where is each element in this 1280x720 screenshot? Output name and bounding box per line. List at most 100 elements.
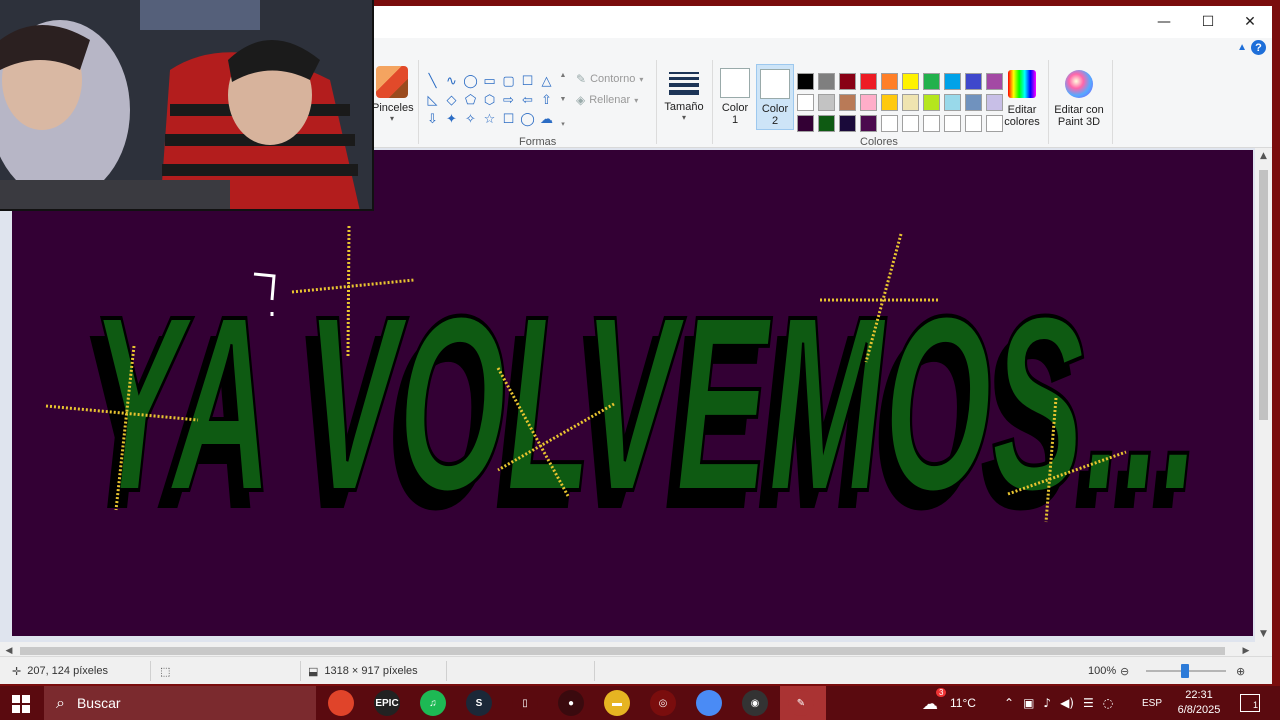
color-swatch[interactable] — [965, 94, 982, 111]
shape-option[interactable]: ◯ — [518, 110, 537, 129]
taskbar-app-paint-icon[interactable]: ✎ — [788, 690, 814, 716]
outline-button[interactable]: ✎ Contorno ▾ — [576, 72, 643, 86]
color-swatch[interactable] — [923, 73, 940, 90]
shape-option[interactable]: △ — [537, 72, 556, 91]
clock[interactable]: 22:31 6/8/2025 — [1174, 688, 1224, 718]
color-swatch[interactable] — [818, 94, 835, 111]
shape-option[interactable]: ◺ — [423, 91, 442, 110]
shape-option[interactable]: ✧ — [461, 110, 480, 129]
color-swatch[interactable] — [965, 73, 982, 90]
shape-option[interactable]: ⇦ — [518, 91, 537, 110]
color-swatch[interactable] — [797, 94, 814, 111]
brushes-button[interactable]: Pinceles ▾ — [372, 64, 414, 134]
brush-icon — [376, 66, 408, 98]
zoom-in-icon[interactable]: ⊕ — [1236, 657, 1245, 685]
taskbar-app-obs-like-icon[interactable]: ◎ — [650, 690, 676, 716]
volume-icon[interactable]: ◀) — [1060, 696, 1074, 710]
paint3d-button[interactable]: Editar con Paint 3D — [1049, 66, 1109, 128]
shape-option[interactable]: ⇩ — [423, 110, 442, 129]
shape-option[interactable]: ▭ — [480, 72, 499, 91]
taskbar-search[interactable]: ⌕ Buscar — [44, 686, 316, 720]
tray-device-icon[interactable]: ▣ — [1023, 696, 1034, 710]
zoom-out-icon[interactable]: ⊖ — [1120, 657, 1129, 685]
color-swatch[interactable] — [965, 115, 982, 132]
shape-option[interactable]: ◯ — [461, 72, 480, 91]
taskbar-app-file-icon[interactable]: ▯ — [512, 690, 538, 716]
taskbar-app-mouse-icon[interactable]: ● — [558, 690, 584, 716]
shape-option[interactable]: ▢ — [499, 72, 518, 91]
taskbar-app-obs-icon[interactable]: ◉ — [742, 690, 768, 716]
collapse-ribbon-icon[interactable]: ▲ — [1237, 42, 1247, 53]
color-swatch[interactable] — [923, 94, 940, 111]
minimize-button[interactable]: — — [1142, 6, 1186, 38]
shape-option[interactable]: ☐ — [499, 110, 518, 129]
color-swatch[interactable] — [944, 73, 961, 90]
shape-option[interactable]: ⇧ — [537, 91, 556, 110]
zoom-slider-thumb[interactable] — [1181, 664, 1189, 678]
edit-colors-button[interactable]: Editar colores — [992, 66, 1052, 128]
color-swatch[interactable] — [839, 94, 856, 111]
color-swatch[interactable] — [944, 94, 961, 111]
color-swatch[interactable] — [860, 115, 877, 132]
shapes-scroll[interactable]: ▲ ▼ ▾ — [558, 72, 568, 128]
mic-icon[interactable]: ♪ — [1043, 696, 1051, 710]
weather-widget[interactable]: ☁ 3 11°C — [922, 686, 976, 720]
shape-option[interactable]: ✦ — [442, 110, 461, 129]
shape-option[interactable]: ☁ — [537, 110, 556, 129]
color-swatch[interactable] — [881, 73, 898, 90]
wifi-icon[interactable]: ◌ — [1103, 696, 1113, 710]
clock-time: 22:31 — [1185, 689, 1213, 701]
separator — [1112, 60, 1113, 144]
color-swatch[interactable] — [818, 115, 835, 132]
windows-start-icon[interactable] — [12, 695, 30, 713]
color-swatch[interactable] — [797, 115, 814, 132]
color-swatch[interactable] — [839, 73, 856, 90]
language-indicator[interactable]: ESP — [1142, 686, 1162, 720]
color-swatch[interactable] — [902, 94, 919, 111]
maximize-button[interactable]: ☐ — [1186, 6, 1230, 38]
fill-label: Rellenar — [589, 94, 631, 106]
shape-option[interactable]: ⬡ — [480, 91, 499, 110]
taskbar-app-epic-icon[interactable]: EPIC — [374, 690, 400, 716]
shape-option[interactable]: ∿ — [442, 72, 461, 91]
color-swatch[interactable] — [839, 115, 856, 132]
vertical-scrollbar[interactable]: ▲ ▼ — [1255, 148, 1272, 642]
color-swatch[interactable] — [944, 115, 961, 132]
color-swatch[interactable] — [902, 73, 919, 90]
close-button[interactable]: ✕ — [1228, 6, 1272, 38]
shape-option[interactable]: ╲ — [423, 72, 442, 91]
taskbar-app-chrome-icon[interactable] — [328, 690, 354, 716]
taskbar-app-explorer-icon[interactable]: ▬ — [604, 690, 630, 716]
scroll-up-icon[interactable]: ▲ — [1255, 148, 1272, 164]
color-swatch[interactable] — [881, 115, 898, 132]
taskbar-app-spotify-icon[interactable]: ♫ — [420, 690, 446, 716]
color-swatch[interactable] — [818, 73, 835, 90]
shape-option[interactable]: ☐ — [518, 72, 537, 91]
shape-option[interactable]: ⬠ — [461, 91, 480, 110]
taskbar-app-steam-icon[interactable]: S — [466, 690, 492, 716]
zoom-level: 100% — [1088, 665, 1117, 677]
tray-expand-icon[interactable]: ⌃ — [1004, 696, 1014, 710]
scroll-down-icon[interactable]: ▼ — [1255, 626, 1272, 642]
color-swatch[interactable] — [860, 73, 877, 90]
shape-option[interactable]: ⇨ — [499, 91, 518, 110]
color-swatch[interactable] — [860, 94, 877, 111]
taskbar-app-chrome2-icon[interactable] — [696, 690, 722, 716]
outline-icon: ✎ — [576, 72, 587, 86]
color-swatch[interactable] — [923, 115, 940, 132]
color-swatch[interactable] — [797, 73, 814, 90]
shape-option[interactable]: ☆ — [480, 110, 499, 129]
network-icon[interactable]: ☰ — [1083, 696, 1094, 710]
color-swatch[interactable] — [902, 115, 919, 132]
size-button[interactable]: Tamaño ▾ — [662, 66, 706, 122]
drawing-canvas[interactable]: YA VOLVEMOS... YA VOLVEMOS... — [12, 150, 1253, 636]
color-swatch[interactable] — [881, 94, 898, 111]
color1-button[interactable]: Color 1 — [716, 64, 754, 130]
help-icon[interactable]: ? — [1251, 40, 1266, 55]
color2-button[interactable]: Color 2 — [756, 64, 794, 130]
fill-button[interactable]: ◈ Rellenar ▾ — [576, 93, 638, 107]
shape-option[interactable]: ◇ — [442, 91, 461, 110]
vertical-scroll-thumb[interactable] — [1259, 170, 1268, 420]
notification-center-icon[interactable]: 1 — [1240, 694, 1260, 712]
horizontal-scroll-thumb[interactable] — [20, 647, 1225, 655]
